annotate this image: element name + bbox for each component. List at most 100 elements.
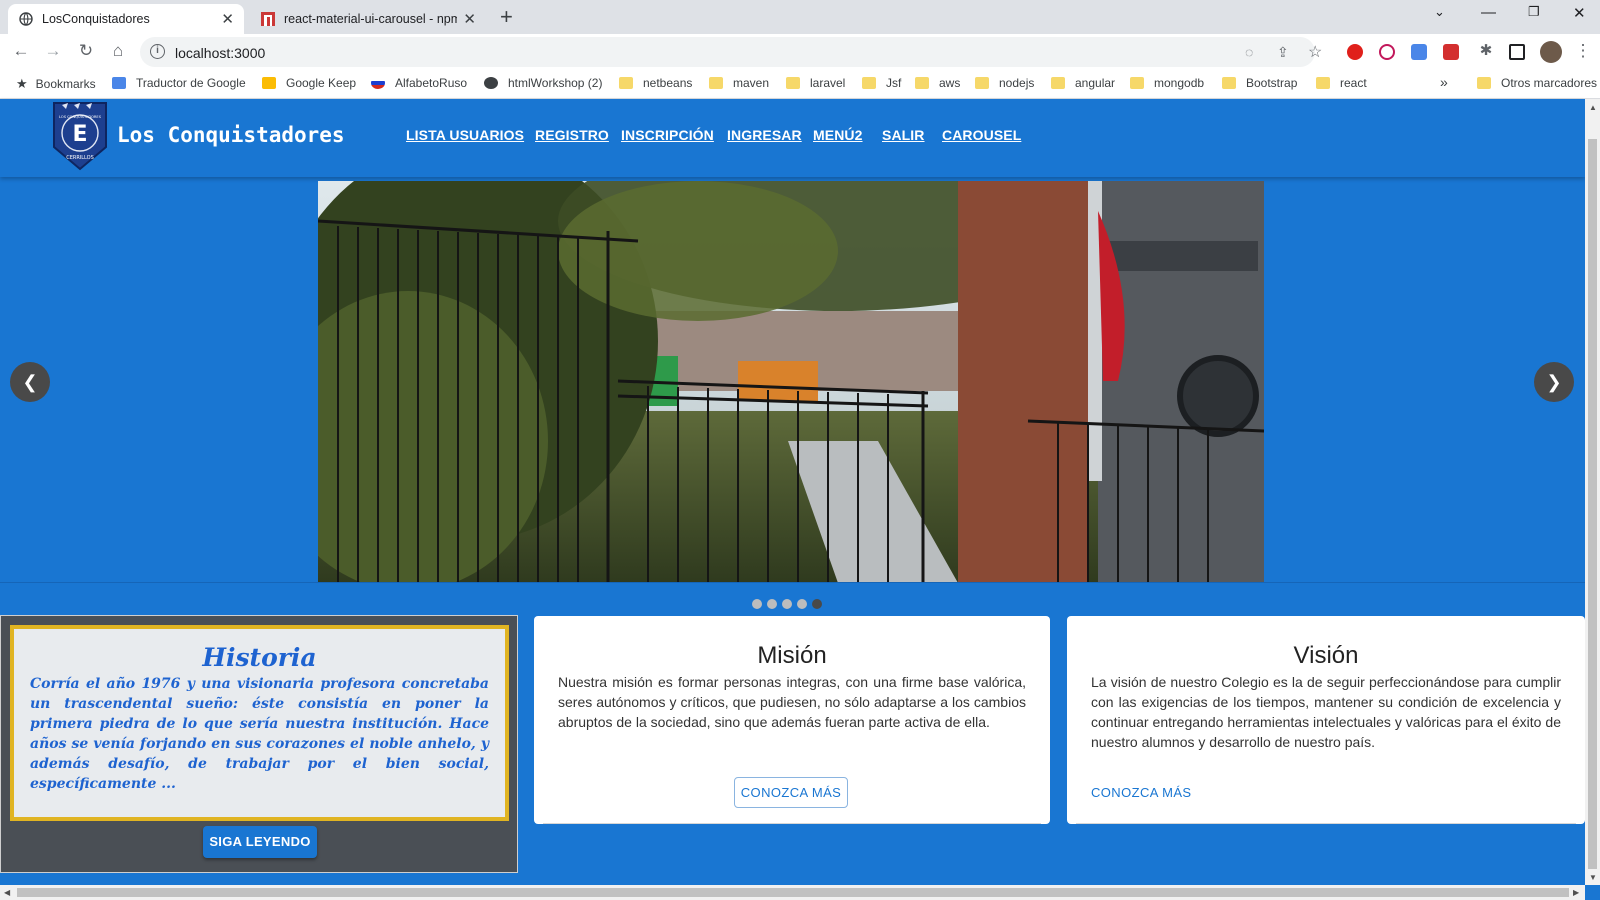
bookmark-folder[interactable]: angular xyxy=(1051,76,1115,90)
bookmark-folder[interactable]: react xyxy=(1316,76,1367,90)
card-edge xyxy=(1076,823,1576,824)
carousel-slide-image xyxy=(318,181,1264,583)
horizontal-scrollbar[interactable]: ◀ ▶ xyxy=(0,885,1585,900)
folder-icon xyxy=(975,77,989,89)
nav-inscripcion[interactable]: INSCRIPCIÓN xyxy=(621,127,714,143)
tab-title: LosConquistadores xyxy=(42,12,150,26)
bookmark-item[interactable]: AlfabetoRuso xyxy=(371,76,467,90)
scroll-down-icon[interactable]: ▼ xyxy=(1589,873,1597,882)
nav-registro[interactable]: REGISTRO xyxy=(535,127,609,143)
tab-losconquistadores[interactable]: LosConquistadores ✕ xyxy=(8,4,244,34)
home-icon[interactable]: ⌂ xyxy=(107,41,129,61)
google-translate-icon xyxy=(112,77,126,89)
bookmark-folder[interactable]: mongodb xyxy=(1130,76,1204,90)
translate-extension-icon[interactable] xyxy=(1411,44,1427,60)
opera-extension-icon[interactable] xyxy=(1347,44,1363,60)
minimize-icon[interactable]: — xyxy=(1481,4,1496,21)
browser-toolbar: ← → ↻ ⌂ i localhost:3000 ◌ ⇪ ☆ ✱ ⋮ xyxy=(0,34,1600,70)
screenshot-extension-icon[interactable] xyxy=(1443,44,1459,60)
bookmarks-bar: ★ Bookmarks Traductor de Google Google Ke… xyxy=(0,70,1600,99)
tab-search-icon[interactable]: ⌄ xyxy=(1434,4,1445,20)
nav-menu2[interactable]: MENÚ2 xyxy=(813,127,863,143)
eye-slash-icon[interactable]: ◌ xyxy=(1245,44,1253,60)
card-edge xyxy=(543,823,1041,824)
mision-title: Misión xyxy=(757,642,827,669)
bookmark-star-icon[interactable]: ☆ xyxy=(1308,42,1322,62)
side-panel-icon[interactable] xyxy=(1509,44,1525,60)
bookmark-folder[interactable]: Bootstrap xyxy=(1222,76,1297,90)
carousel-next-button[interactable]: ❯ xyxy=(1534,362,1574,402)
site-info-icon[interactable]: i xyxy=(150,44,165,59)
block-extension-icon[interactable] xyxy=(1379,44,1395,60)
historia-text: Corría el año 1976 y una visionaria prof… xyxy=(30,676,489,792)
vision-conozca-mas-button[interactable]: CONOZCA MÁS xyxy=(1091,785,1191,800)
folder-icon xyxy=(915,77,929,89)
forward-icon[interactable]: → xyxy=(42,41,64,61)
other-bookmarks-folder[interactable]: Otros marcadores xyxy=(1477,76,1597,90)
carousel-prev-button[interactable]: ❮ xyxy=(10,362,50,402)
folder-icon xyxy=(1316,77,1330,89)
vertical-scroll-thumb[interactable] xyxy=(1588,139,1597,869)
folder-icon xyxy=(1051,77,1065,89)
historia-content: Historia Corría el año 1976 y una vision… xyxy=(10,625,509,821)
school-logo[interactable]: E CERRILLOS LOS CONQUISTADORES xyxy=(52,101,108,171)
scroll-up-icon[interactable]: ▲ xyxy=(1589,103,1597,112)
nav-ingresar[interactable]: INGRESAR xyxy=(727,127,802,143)
scroll-left-icon[interactable]: ◀ xyxy=(4,888,10,897)
folder-icon xyxy=(619,77,633,89)
bookmark-folder[interactable]: nodejs xyxy=(975,76,1034,90)
avatar[interactable] xyxy=(1540,41,1562,63)
vision-text: La visión de nuestro Colegio es la de se… xyxy=(1091,674,1561,750)
historia-card: Historia Corría el año 1976 y una vision… xyxy=(0,615,518,873)
nav-salir[interactable]: SALIR xyxy=(882,127,925,143)
chevron-left-icon: ❮ xyxy=(22,372,38,392)
globe-icon xyxy=(18,11,34,27)
mision-card: Misión Nuestra misión es formar personas… xyxy=(534,616,1050,824)
share-icon[interactable]: ⇪ xyxy=(1277,44,1289,61)
restore-icon[interactable]: ❐ xyxy=(1528,4,1540,20)
nav-carousel[interactable]: CAROUSEL xyxy=(942,127,1021,143)
bookmark-item[interactable]: Traductor de Google xyxy=(112,76,246,90)
tab-close-icon[interactable]: ✕ xyxy=(463,10,476,28)
bookmark-folder[interactable]: maven xyxy=(709,76,769,90)
address-bar[interactable]: i localhost:3000 ◌ ⇪ ☆ xyxy=(140,37,1322,67)
bookmark-item[interactable]: ★ Bookmarks xyxy=(16,76,96,92)
bookmark-folder[interactable]: laravel xyxy=(786,76,845,90)
carousel-dot[interactable] xyxy=(767,599,777,609)
close-window-icon[interactable]: ✕ xyxy=(1573,4,1586,22)
app-header: E CERRILLOS LOS CONQUISTADORES Los Conqu… xyxy=(0,99,1585,177)
mision-conozca-mas-button[interactable]: CONOZCA MÁS xyxy=(734,777,848,808)
bookmark-folder[interactable]: netbeans xyxy=(619,76,692,90)
reload-icon[interactable]: ↻ xyxy=(75,41,97,61)
back-icon[interactable]: ← xyxy=(10,41,32,61)
bookmark-item[interactable]: htmlWorkshop (2) xyxy=(484,76,602,90)
vertical-scrollbar[interactable]: ▲ ▼ xyxy=(1585,99,1600,885)
carousel-dot[interactable] xyxy=(782,599,792,609)
chevron-right-icon: ❯ xyxy=(1546,372,1562,392)
carousel-dot[interactable] xyxy=(752,599,762,609)
carousel-dot[interactable] xyxy=(797,599,807,609)
carousel-dot-active[interactable] xyxy=(812,599,822,609)
folder-icon xyxy=(862,77,876,89)
bookmark-item[interactable]: Google Keep xyxy=(262,76,356,90)
bookmark-folder[interactable]: Jsf xyxy=(862,76,901,90)
folder-icon xyxy=(786,77,800,89)
menu-kebab-icon[interactable]: ⋮ xyxy=(1572,41,1594,61)
browser-tab-strip: LosConquistadores ✕ react-material-ui-ca… xyxy=(0,0,1600,34)
horizontal-scroll-thumb[interactable] xyxy=(17,888,1569,897)
tab-close-icon[interactable]: ✕ xyxy=(221,10,234,28)
more-bookmarks-button[interactable]: » xyxy=(1440,74,1448,90)
npm-icon xyxy=(260,11,276,27)
siga-leyendo-button[interactable]: SIGA LEYENDO xyxy=(203,826,317,858)
nav-lista-usuarios[interactable]: LISTA USUARIOS xyxy=(406,127,524,143)
bookmark-folder[interactable]: aws xyxy=(915,76,960,90)
extensions-puzzle-icon[interactable]: ✱ xyxy=(1475,41,1497,59)
new-tab-icon[interactable]: + xyxy=(500,6,513,28)
scroll-right-icon[interactable]: ▶ xyxy=(1573,888,1579,897)
tab-react-material-ui-carousel[interactable]: react-material-ui-carousel - npm ✕ xyxy=(250,4,486,34)
keep-icon xyxy=(262,77,276,89)
folder-icon xyxy=(1130,77,1144,89)
site-brand[interactable]: Los Conquistadores xyxy=(117,123,345,147)
tab-title: react-material-ui-carousel - npm xyxy=(284,12,458,26)
russia-flag-icon xyxy=(371,77,385,89)
